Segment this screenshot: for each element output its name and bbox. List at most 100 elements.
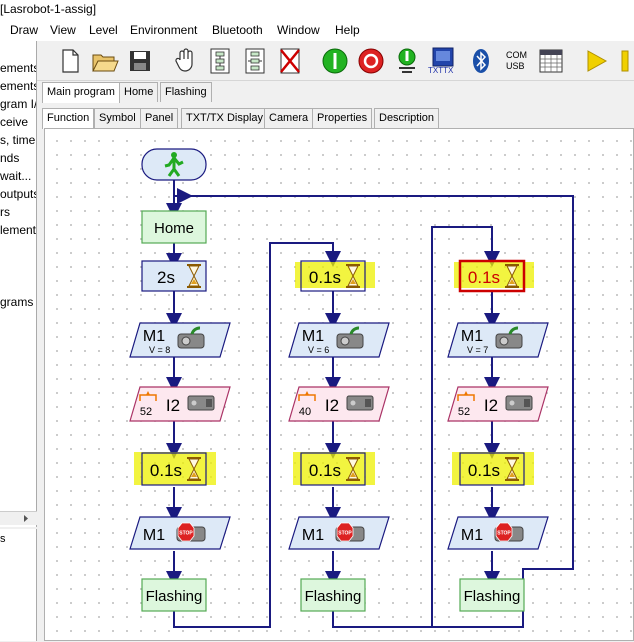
stop-sign-label: STOP xyxy=(497,531,511,537)
element-group[interactable]: gram I/ xyxy=(0,97,36,111)
motor-stop-block[interactable]: M1 STOP xyxy=(447,516,549,550)
online-icon[interactable] xyxy=(392,46,422,76)
element-group[interactable]: nds xyxy=(0,151,19,165)
motor-name: M1 xyxy=(302,328,324,345)
flashing-subprogram-block[interactable]: Flashing xyxy=(141,578,207,612)
motor-stop-block[interactable]: M1 STOP xyxy=(129,516,231,550)
stop-sign-label: STOP xyxy=(338,531,352,537)
flashing-subprogram-block[interactable]: Flashing xyxy=(300,578,366,612)
tab-description[interactable]: Description xyxy=(374,108,440,128)
tab-txt-tx-display[interactable]: TXT/TX Display xyxy=(181,108,269,128)
pause-icon[interactable] xyxy=(614,46,634,76)
play-icon[interactable] xyxy=(582,46,612,76)
tab-function[interactable]: Function xyxy=(42,108,95,129)
bluetooth-icon[interactable] xyxy=(466,46,496,76)
input-block[interactable]: 52 I2 xyxy=(129,386,231,422)
motor-block[interactable]: M1V = 7 xyxy=(447,322,549,358)
element-group[interactable]: wait... xyxy=(0,169,31,183)
element-group[interactable]: ements xyxy=(0,61,36,75)
motor-block[interactable]: M1V = 6 xyxy=(288,322,390,358)
wait-block[interactable]: 0.1s xyxy=(459,452,525,486)
motor-name: M1 xyxy=(302,527,324,544)
wait-duration: 0.1s xyxy=(468,461,500,480)
element-group[interactable]: ceive xyxy=(0,115,28,129)
element-group[interactable]: lement xyxy=(0,223,36,237)
input-name: I2 xyxy=(484,396,498,415)
save-icon[interactable] xyxy=(125,46,155,76)
input-threshold: 52 xyxy=(140,406,152,418)
com-usb-icon[interactable]: COM USB xyxy=(500,46,530,76)
tab-home[interactable]: Home xyxy=(119,82,159,102)
menu-window[interactable]: Window xyxy=(277,23,320,37)
wait-duration: 0.1s xyxy=(468,268,500,287)
wait-block[interactable]: 0.1s xyxy=(300,452,366,486)
toolbar: TXTTX COM USB xyxy=(0,41,634,81)
element-group[interactable]: rs xyxy=(0,205,10,219)
input-threshold: 52 xyxy=(458,406,470,418)
tab-camera[interactable]: Camera xyxy=(264,108,314,128)
home-subprogram-block[interactable]: Home xyxy=(141,210,207,244)
subprogram-label: Flashing xyxy=(146,588,203,605)
tab-symbol[interactable]: Symbol xyxy=(94,108,141,128)
wait-block[interactable]: 0.1s xyxy=(300,260,366,292)
download-program-icon[interactable] xyxy=(205,46,235,76)
motor-stop-block[interactable]: M1 STOP xyxy=(288,516,390,550)
flashing-subprogram-block[interactable]: Flashing xyxy=(459,578,525,612)
txtx-label: TXTTX xyxy=(428,66,454,75)
menu-view[interactable]: View xyxy=(50,23,76,37)
input-block[interactable]: 40 I2 xyxy=(288,386,390,422)
input-name: I2 xyxy=(166,396,180,415)
open-folder-icon[interactable] xyxy=(90,46,120,76)
tab-properties[interactable]: Properties xyxy=(312,108,373,128)
delete-icon[interactable] xyxy=(275,46,305,76)
wait-block[interactable]: 2s xyxy=(141,260,207,292)
wait-duration: 2s xyxy=(157,268,175,287)
element-group[interactable]: ements xyxy=(0,79,36,93)
com-label: COM xyxy=(506,50,527,60)
wait-duration: 0.1s xyxy=(309,461,341,480)
element-group[interactable]: s, time xyxy=(0,133,35,147)
wait-duration: 0.1s xyxy=(150,461,182,480)
menu-bar: Draw View Level Environment Bluetooth Wi… xyxy=(0,21,634,41)
wait-block[interactable]: 0.1s xyxy=(458,259,526,293)
start-block[interactable] xyxy=(141,148,207,181)
subprogram-label: Flashing xyxy=(464,588,521,605)
program-canvas[interactable]: Home 2s M1 V = 8 52 I2 0.1s M1 STOP Flashing 0.1s… xyxy=(44,128,634,641)
usb-label: USB xyxy=(506,61,525,71)
element-group[interactable]: grams xyxy=(0,295,33,309)
sensor-icon xyxy=(187,395,215,411)
left-panel-scrollbar[interactable] xyxy=(0,511,37,525)
txtx-controller-icon[interactable]: TXTTX xyxy=(428,46,458,76)
motor-speed: V = 6 xyxy=(308,345,329,355)
input-block[interactable]: 52 I2 xyxy=(447,386,549,422)
sensor-icon xyxy=(505,395,533,411)
motor-speed: V = 8 xyxy=(149,345,170,355)
menu-bluetooth[interactable]: Bluetooth xyxy=(212,23,263,37)
menu-environment[interactable]: Environment xyxy=(130,23,197,37)
element-panel: ements ements gram I/ ceive s, time nds … xyxy=(0,41,37,527)
menu-level[interactable]: Level xyxy=(89,23,118,37)
subprogram-label: Flashing xyxy=(305,588,362,605)
motor-name: M1 xyxy=(143,527,165,544)
tab-main-program[interactable]: Main program xyxy=(42,82,120,103)
element-group[interactable]: outputs xyxy=(0,187,36,201)
calculator-icon[interactable] xyxy=(536,46,566,76)
tab-flashing[interactable]: Flashing xyxy=(160,82,212,102)
motor-block[interactable]: M1V = 8 xyxy=(129,322,231,358)
input-name: I2 xyxy=(325,396,339,415)
start-icon[interactable] xyxy=(320,46,350,76)
new-file-icon[interactable] xyxy=(55,46,85,76)
sensor-icon xyxy=(346,395,374,411)
menu-help[interactable]: Help xyxy=(335,23,360,37)
menu-draw[interactable]: Draw xyxy=(10,23,38,37)
wait-block[interactable]: 0.1s xyxy=(141,452,207,486)
motor-name: M1 xyxy=(461,328,483,345)
motor-name: M1 xyxy=(461,527,483,544)
tab-panel[interactable]: Panel xyxy=(140,108,179,128)
hand-cursor-icon[interactable] xyxy=(170,46,200,76)
window-title: [Lasrobot-1-assig] xyxy=(0,2,97,16)
motor-speed: V = 7 xyxy=(467,345,488,355)
stop-icon[interactable] xyxy=(356,46,386,76)
upload-program-icon[interactable] xyxy=(240,46,270,76)
home-label: Home xyxy=(154,220,194,237)
